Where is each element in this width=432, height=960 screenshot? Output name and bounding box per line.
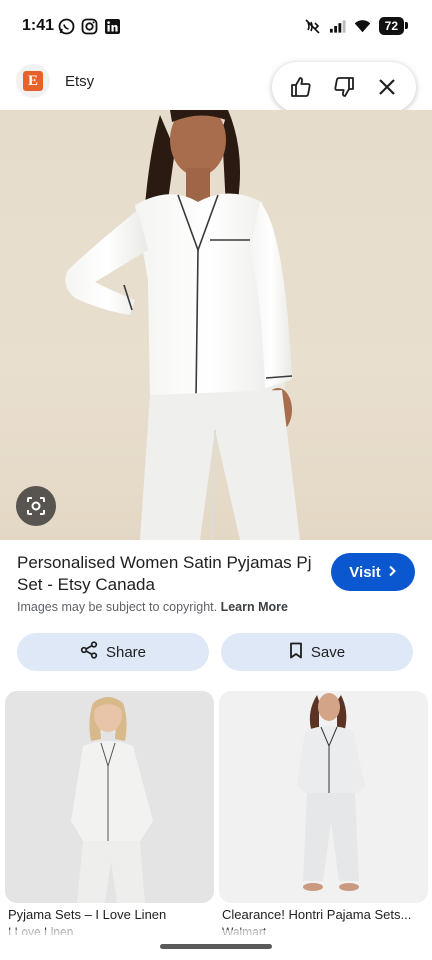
instagram-icon xyxy=(81,18,98,35)
copyright-text: Images may be subject to copyright. xyxy=(17,600,218,614)
share-button[interactable]: Share xyxy=(17,633,209,671)
lens-search-button[interactable] xyxy=(16,486,56,526)
share-icon xyxy=(80,641,98,663)
save-label: Save xyxy=(310,643,346,661)
status-system-icons: 72 xyxy=(304,17,409,35)
etsy-logo: E xyxy=(16,64,50,98)
related-caption-1[interactable]: Pyjama Sets – I Love Linen xyxy=(8,907,213,922)
related-image-1[interactable] xyxy=(5,691,214,903)
bookmark-icon xyxy=(289,642,303,663)
etsy-logo-letter: E xyxy=(23,71,43,91)
thumbs-down-icon[interactable] xyxy=(327,70,361,104)
wifi-icon xyxy=(354,18,371,35)
save-button[interactable]: Save xyxy=(221,633,413,671)
share-label: Share xyxy=(105,643,147,661)
source-row[interactable]: E Etsy xyxy=(16,62,94,100)
status-notification-icons xyxy=(58,18,121,35)
related-image-2[interactable] xyxy=(219,691,428,903)
source-name: Etsy xyxy=(65,72,95,90)
close-icon[interactable] xyxy=(370,70,404,104)
chevron-right-icon xyxy=(387,564,397,581)
whatsapp-icon xyxy=(58,18,75,35)
result-title[interactable]: Personalised Women Satin Pyjamas Pj Set … xyxy=(17,552,317,596)
home-indicator[interactable] xyxy=(160,944,272,949)
status-time: 1:41 xyxy=(22,17,55,34)
learn-more-link[interactable]: Learn More xyxy=(221,600,288,614)
linkedin-icon xyxy=(104,18,121,35)
status-bar: 1:41 72 xyxy=(0,0,432,54)
visit-button[interactable]: Visit xyxy=(331,553,415,591)
product-image[interactable] xyxy=(0,110,432,540)
related-caption-2[interactable]: Clearance! Hontri Pajama Sets... xyxy=(222,907,427,922)
visit-label: Visit xyxy=(349,563,381,581)
battery-level: 72 xyxy=(378,17,409,35)
vibrate-off-icon xyxy=(304,18,321,35)
copyright-notice: Images may be subject to copyright. Lear… xyxy=(17,600,288,614)
signal-icon xyxy=(329,18,346,35)
thumbs-up-icon[interactable] xyxy=(284,70,318,104)
feedback-pill xyxy=(272,62,416,112)
